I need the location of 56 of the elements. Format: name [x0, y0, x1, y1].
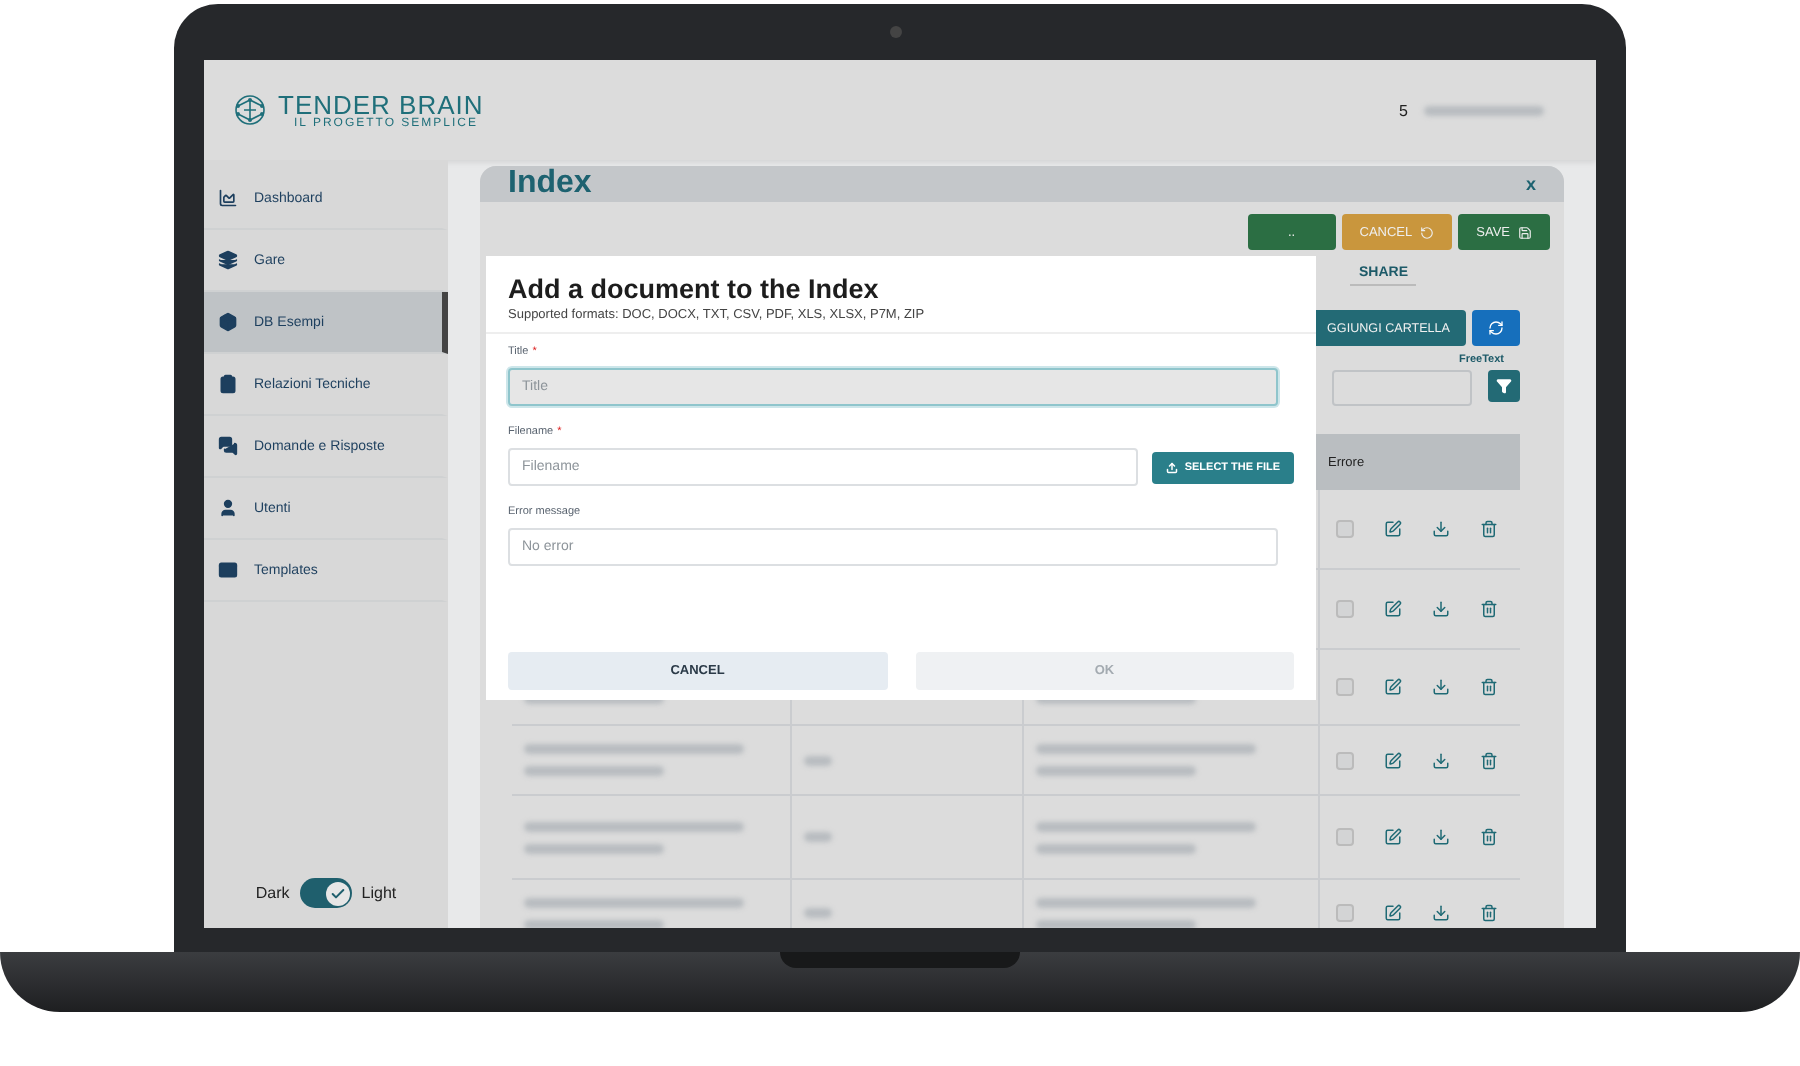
count-label: 5	[1399, 101, 1408, 119]
upload-icon	[1166, 461, 1179, 473]
blurred-text	[804, 755, 832, 765]
logo-title: TENDER BRAIN	[278, 91, 484, 117]
delete-icon[interactable]	[1479, 828, 1497, 846]
delete-icon[interactable]	[1479, 904, 1497, 922]
page-title: Index	[508, 166, 592, 202]
download-icon[interactable]	[1431, 600, 1449, 618]
edit-icon[interactable]	[1383, 678, 1401, 696]
checkbox[interactable]	[1335, 904, 1353, 922]
close-button[interactable]: x	[1525, 174, 1536, 194]
edit-icon[interactable]	[1383, 904, 1401, 922]
blurred-text	[524, 919, 664, 928]
checkbox[interactable]	[1335, 751, 1353, 769]
mail-icon	[218, 560, 238, 580]
download-icon[interactable]	[1431, 520, 1449, 538]
user-icon	[218, 498, 238, 518]
toggle-label: Dark	[255, 884, 290, 902]
chart-icon	[218, 188, 238, 208]
dialog-title: Add a document to the Index	[508, 274, 881, 304]
undo-icon	[1420, 225, 1435, 239]
delete-icon[interactable]	[1479, 520, 1497, 538]
checkbox[interactable]	[1335, 678, 1353, 696]
checkbox[interactable]	[1335, 828, 1353, 846]
refresh-icon	[1488, 320, 1504, 336]
filter-button[interactable]	[1488, 370, 1520, 402]
download-icon[interactable]	[1431, 828, 1449, 846]
delete-icon[interactable]	[1479, 678, 1497, 696]
delete-icon[interactable]	[1479, 751, 1497, 769]
save-icon	[1518, 225, 1532, 239]
blurred-text	[804, 908, 832, 918]
blurred-text	[1424, 105, 1544, 115]
filter-icon	[1496, 378, 1512, 394]
checkbox[interactable]	[1335, 520, 1353, 538]
theme-switch[interactable]	[299, 878, 352, 908]
delete-icon[interactable]	[1479, 600, 1497, 618]
blurred-text	[524, 843, 664, 853]
download-icon[interactable]	[1431, 904, 1449, 922]
edit-icon[interactable]	[1383, 828, 1401, 846]
download-icon[interactable]	[1431, 678, 1449, 696]
toggle-label: Light	[361, 884, 397, 902]
checkbox[interactable]	[1335, 600, 1353, 618]
refresh-button[interactable]	[1472, 310, 1520, 346]
camera-icon	[890, 26, 902, 38]
edit-icon[interactable]	[1383, 600, 1401, 618]
box-icon	[218, 312, 238, 332]
check-icon	[329, 885, 346, 901]
download-icon[interactable]	[1431, 751, 1449, 769]
filter-field[interactable]	[1332, 370, 1472, 406]
clipboard-icon	[218, 374, 238, 394]
chat-icon	[218, 436, 238, 456]
edit-icon[interactable]	[1383, 751, 1401, 769]
edit-icon[interactable]	[1383, 520, 1401, 538]
layers-icon	[218, 250, 238, 270]
blurred-text	[524, 766, 664, 776]
blurred-text	[804, 832, 832, 842]
